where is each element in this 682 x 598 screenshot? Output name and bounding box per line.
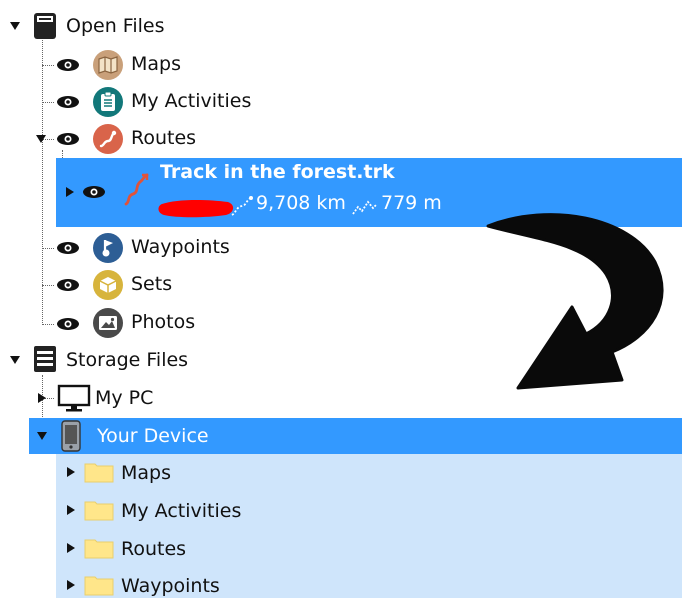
mypc-expander[interactable] xyxy=(38,393,46,403)
photo-icon xyxy=(93,308,123,338)
open-files-item-activities[interactable]: My Activities xyxy=(131,90,251,112)
device-folder-activities[interactable]: My Activities xyxy=(121,500,241,522)
tree-branch-maps xyxy=(42,65,54,66)
track-name[interactable]: Track in the forest.trk xyxy=(160,161,395,183)
device-expander[interactable] xyxy=(37,432,47,440)
folder-expander[interactable] xyxy=(67,505,75,515)
track-expander[interactable] xyxy=(66,187,74,197)
visibility-eye-icon[interactable] xyxy=(56,278,80,292)
curved-arrow-annotation xyxy=(486,213,664,390)
open-files-item-routes[interactable]: Routes xyxy=(131,127,196,149)
open-files-item-sets[interactable]: Sets xyxy=(131,273,172,295)
track-elevation: 779 m xyxy=(381,192,442,214)
storage-files-expander[interactable] xyxy=(10,356,20,364)
folder-expander[interactable] xyxy=(67,467,75,477)
visibility-eye-icon[interactable] xyxy=(56,95,80,109)
open-files-icon xyxy=(34,13,56,39)
tree-branch-photos xyxy=(42,324,54,325)
visibility-eye-icon[interactable] xyxy=(56,58,80,72)
elevation-icon xyxy=(352,200,378,215)
open-files-label[interactable]: Open Files xyxy=(66,15,164,37)
monitor-icon xyxy=(57,384,91,412)
open-files-expander[interactable] xyxy=(10,22,20,30)
visibility-eye-icon[interactable] xyxy=(56,241,80,255)
tree-branch-sets xyxy=(42,285,54,286)
device-folder-waypoints[interactable]: Waypoints xyxy=(121,575,220,597)
storage-files-icon xyxy=(34,346,56,372)
folder-expander[interactable] xyxy=(67,580,75,590)
storage-item-mypc[interactable]: My PC xyxy=(95,387,153,409)
open-files-item-photos[interactable]: Photos xyxy=(131,311,195,333)
routes-expander[interactable] xyxy=(36,135,46,143)
storage-files-label[interactable]: Storage Files xyxy=(66,349,188,371)
folder-expander[interactable] xyxy=(67,543,75,553)
visibility-eye-icon[interactable] xyxy=(56,132,80,146)
track-route-icon xyxy=(124,173,149,206)
redaction-mark xyxy=(158,199,234,218)
map-icon xyxy=(93,50,123,80)
box-icon xyxy=(93,270,123,300)
device-folder-routes[interactable]: Routes xyxy=(121,538,186,560)
route-icon xyxy=(93,124,123,154)
open-files-item-maps[interactable]: Maps xyxy=(131,53,181,75)
tree-branch-activities xyxy=(42,102,54,103)
folder-icon xyxy=(84,501,114,521)
waypoint-flag-icon xyxy=(93,233,123,263)
clipboard-icon xyxy=(93,87,123,117)
distance-icon xyxy=(231,196,253,216)
phone-icon xyxy=(61,420,81,452)
visibility-eye-icon[interactable] xyxy=(56,317,80,331)
visibility-eye-icon[interactable] xyxy=(82,185,106,199)
storage-item-device[interactable]: Your Device xyxy=(97,425,209,447)
device-folder-maps[interactable]: Maps xyxy=(121,462,171,484)
folder-icon xyxy=(84,463,114,483)
folder-icon xyxy=(84,539,114,559)
tree-branch-waypoints xyxy=(42,248,54,249)
folder-icon xyxy=(84,576,114,596)
track-distance: 9,708 km xyxy=(256,192,346,214)
open-files-item-waypoints[interactable]: Waypoints xyxy=(131,236,230,258)
tree-line-open-files xyxy=(42,40,43,325)
